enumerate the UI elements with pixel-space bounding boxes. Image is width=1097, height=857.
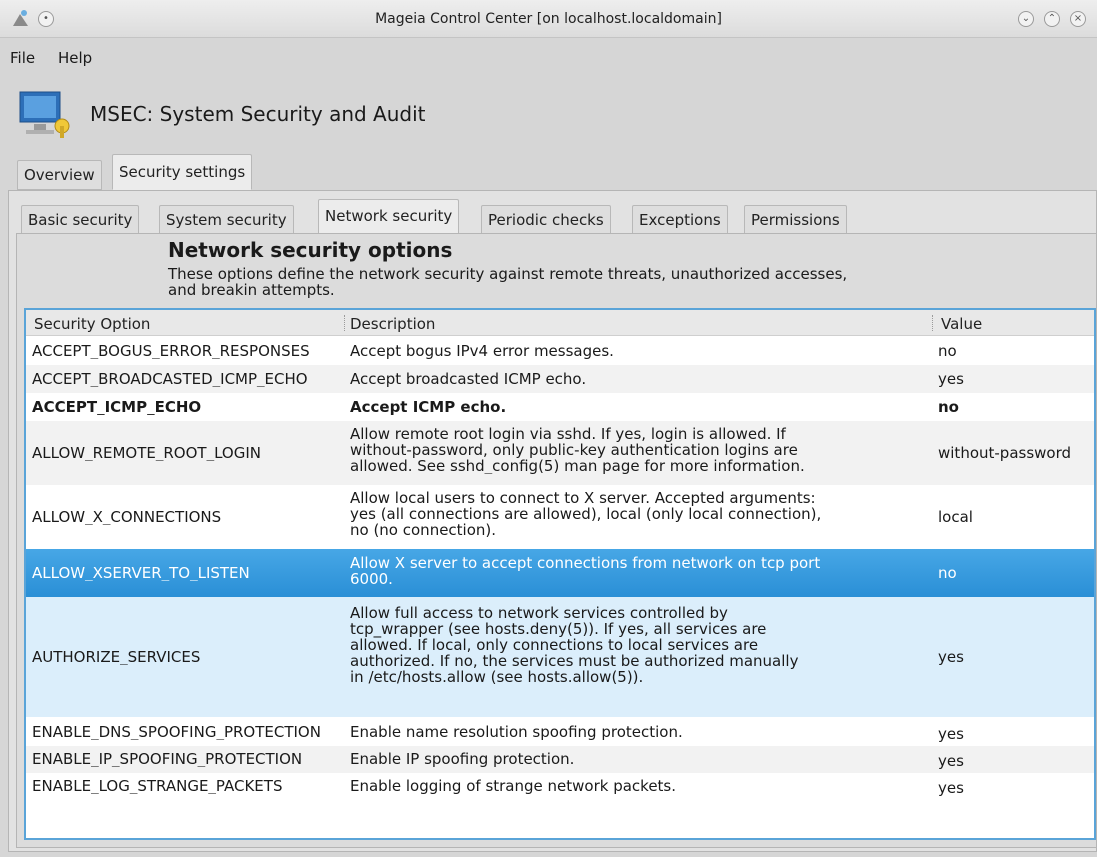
option-name: ACCEPT_ICMP_ECHO [32, 399, 202, 415]
option-description: Accept ICMP echo. [350, 399, 930, 415]
description-line: Accept bogus IPv4 error messages. [350, 343, 614, 359]
option-value: yes [938, 649, 964, 665]
description-line: Allow local users to connect to X server… [350, 490, 816, 507]
tab-periodic-checks[interactable]: Periodic checks [481, 205, 611, 235]
description-line: allowed. See sshd_config(5) man page for… [350, 457, 805, 474]
app-title: MSEC: System Security and Audit [90, 102, 426, 126]
option-name: ALLOW_X_CONNECTIONS [32, 509, 222, 525]
menu-file[interactable]: File [10, 49, 35, 67]
option-description: Allow full access to network services co… [350, 605, 930, 685]
table-row[interactable]: ENABLE_LOG_STRANGE_PACKETS Enable loggin… [26, 773, 1094, 800]
description-line: Accept broadcasted ICMP echo. [350, 371, 587, 387]
tab-exceptions[interactable]: Exceptions [632, 205, 728, 235]
window-title: Mageia Control Center [on localhost.loca… [375, 11, 722, 27]
description-line: authorized. If no, the services must be … [350, 652, 799, 670]
description-line: Enable name resolution spoofing protecti… [350, 724, 683, 740]
option-description: Enable logging of strange network packet… [350, 778, 930, 794]
option-name: ALLOW_REMOTE_ROOT_LOGIN [32, 445, 261, 461]
option-name: ACCEPT_BROADCASTED_ICMP_ECHO [32, 371, 308, 387]
table-row[interactable]: ACCEPT_ICMP_ECHO Accept ICMP echo. no [26, 393, 1094, 421]
option-value: yes [938, 780, 964, 796]
tab-system-security[interactable]: System security [159, 205, 294, 235]
option-description: Enable IP spoofing protection. [350, 751, 930, 767]
description-line: Allow full access to network services co… [350, 605, 728, 622]
option-value: no [938, 399, 959, 415]
menu-bar: File Help [0, 44, 1097, 74]
description-line: allowed. If local, only connections to l… [350, 636, 759, 654]
section-title: Network security options [168, 238, 453, 262]
tab-basic-security[interactable]: Basic security [21, 205, 140, 235]
menu-help[interactable]: Help [58, 49, 92, 67]
description-line: Allow remote root login via sshd. If yes… [350, 426, 786, 443]
description-line: in /etc/hosts.allow (see hosts.allow(5))… [350, 668, 644, 685]
option-description: Accept bogus IPv4 error messages. [350, 343, 930, 359]
option-name: ACCEPT_BOGUS_ERROR_RESPONSES [32, 343, 310, 359]
section-desc-line: and breakin attempts. [168, 281, 335, 299]
section-description: These options define the network securit… [168, 266, 968, 298]
description-line: without-password, only public-key authen… [350, 441, 798, 459]
description-line: 6000. [350, 570, 393, 587]
tab-network-security[interactable]: Network security [318, 199, 460, 234]
option-description: Allow local users to connect to X server… [350, 490, 930, 538]
option-name: AUTHORIZE_SERVICES [32, 649, 201, 665]
table-row[interactable]: ALLOW_REMOTE_ROOT_LOGIN Allow remote roo… [26, 421, 1094, 485]
tab-overview[interactable]: Overview [17, 160, 102, 190]
tab-security-settings[interactable]: Security settings [112, 154, 253, 190]
description-line: Accept ICMP echo. [350, 399, 507, 415]
option-value: no [938, 565, 957, 581]
option-name: ENABLE_IP_SPOOFING_PROTECTION [32, 751, 303, 767]
app-header: MSEC: System Security and Audit [0, 84, 1097, 144]
option-value: without-password [938, 445, 1072, 461]
table-row[interactable]: ENABLE_IP_SPOOFING_PROTECTION Enable IP … [26, 746, 1094, 773]
description-line: yes (all connections are allowed), local… [350, 505, 822, 523]
option-description: Allow X server to accept connections fro… [350, 555, 930, 587]
col-header-description[interactable]: Description [350, 315, 435, 333]
table-row[interactable]: ENABLE_DNS_SPOOFING_PROTECTION Enable na… [26, 719, 1094, 746]
option-value: yes [938, 371, 964, 387]
option-description: Accept broadcasted ICMP echo. [350, 371, 930, 387]
col-separator[interactable] [344, 315, 345, 331]
col-separator[interactable] [932, 315, 933, 331]
description-line: no (no connection). [350, 521, 497, 538]
maximize-icon[interactable]: ⌃ [1044, 11, 1060, 27]
option-value: no [938, 343, 957, 359]
table-row-selected[interactable]: ALLOW_XSERVER_TO_LISTEN Allow X server t… [26, 549, 1094, 597]
option-name: ALLOW_XSERVER_TO_LISTEN [32, 565, 250, 581]
description-line: tcp_wrapper (see hosts.deny(5)). If yes,… [350, 620, 767, 638]
security-app-icon [19, 91, 70, 138]
table-row[interactable]: ACCEPT_BOGUS_ERROR_RESPONSES Accept bogu… [26, 337, 1094, 365]
table-row[interactable]: AUTHORIZE_SERVICES Allow full access to … [26, 597, 1094, 717]
minimize-icon[interactable]: ⌄ [1018, 11, 1034, 27]
option-description: Allow remote root login via sshd. If yes… [350, 426, 930, 474]
col-header-option[interactable]: Security Option [34, 315, 150, 333]
close-icon[interactable]: × [1070, 11, 1086, 27]
option-name: ENABLE_LOG_STRANGE_PACKETS [32, 778, 283, 794]
option-value: yes [938, 726, 964, 742]
section-desc-line: These options define the network securit… [168, 265, 848, 283]
table-row[interactable]: ACCEPT_BROADCASTED_ICMP_ECHO Accept broa… [26, 365, 1094, 393]
tab-permissions[interactable]: Permissions [744, 205, 847, 235]
options-table[interactable]: Security Option Description Value ACCEPT… [24, 308, 1096, 840]
title-bar: • Mageia Control Center [on localhost.lo… [0, 0, 1097, 38]
col-header-value[interactable]: Value [941, 315, 982, 333]
description-line: Enable IP spoofing protection. [350, 751, 575, 767]
description-line: Enable logging of strange network packet… [350, 778, 677, 794]
option-name: ENABLE_DNS_SPOOFING_PROTECTION [32, 724, 321, 740]
option-value: yes [938, 753, 964, 769]
option-description: Enable name resolution spoofing protecti… [350, 724, 930, 740]
table-header: Security Option Description Value [26, 310, 1094, 336]
option-value: local [938, 509, 973, 525]
table-row[interactable]: ALLOW_X_CONNECTIONS Allow local users to… [26, 485, 1094, 549]
description-line: Allow X server to accept connections fro… [350, 555, 821, 572]
